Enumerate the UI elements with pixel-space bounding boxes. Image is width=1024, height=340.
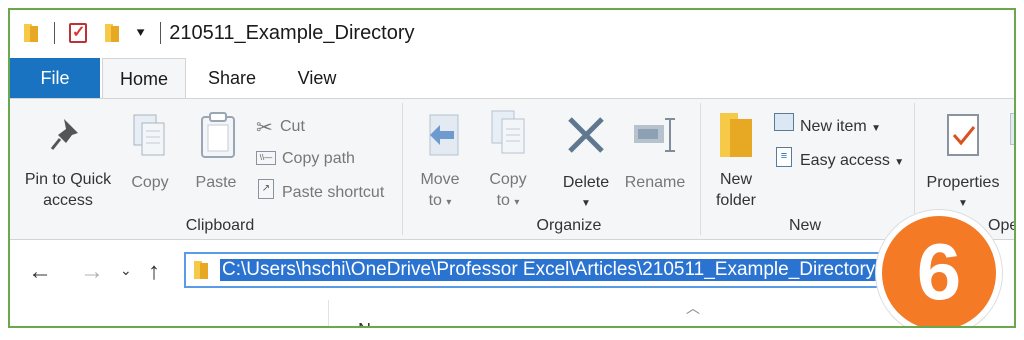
tab-share[interactable]: Share xyxy=(202,58,262,98)
address-path-text[interactable]: C:\Users\hschi\OneDrive\Professor Excel\… xyxy=(220,259,878,281)
open-group-label: Ope xyxy=(988,217,1016,234)
customize-toolbar-dropdown-icon[interactable]: ⯆ xyxy=(135,25,146,42)
pin-label-line1: Pin to Quick xyxy=(24,171,112,188)
new-folder-label-line1: New xyxy=(719,171,752,188)
move-label-line2: to ▾ xyxy=(410,190,470,213)
new-group-label: New xyxy=(788,217,821,234)
clipboard-group-label: Clipboard xyxy=(185,217,255,234)
new-folder-label-line2: folder xyxy=(715,192,757,209)
move-to-button[interactable]: Move to ▾ xyxy=(410,169,470,213)
separator xyxy=(54,22,55,44)
new-folder-button[interactable]: New folder xyxy=(706,169,766,211)
pin-icon xyxy=(50,119,78,150)
copy-button[interactable]: Copy xyxy=(122,172,178,193)
paste-icon xyxy=(201,112,235,158)
paste-shortcut-button[interactable]: Paste shortcut xyxy=(282,182,384,203)
delete-icon xyxy=(568,117,604,153)
copy-to-icon xyxy=(491,110,525,154)
dropdown-arrow-icon: ▾ xyxy=(446,197,452,208)
properties-text: Properties xyxy=(926,174,1000,191)
rename-button[interactable]: Rename xyxy=(618,172,692,193)
name-column-header[interactable]: Name xyxy=(358,320,406,326)
dropdown-arrow-icon: ▾ xyxy=(514,197,520,208)
move-label-line1: Move xyxy=(420,171,460,188)
dropdown-arrow-icon: ▼ xyxy=(871,123,882,134)
ribbon: Pin to Quick access Copy Paste ✂ Cut \\—… xyxy=(10,98,1014,240)
file-list-header: ︿ Name xyxy=(10,298,1014,326)
address-bar-row: ← → ⌄ ↑ C:\Users\hschi\OneDrive\Professo… xyxy=(10,240,1014,300)
copy-to-label-line2: to ▾ xyxy=(478,190,538,213)
up-arrow-icon[interactable]: ↑ xyxy=(148,258,160,286)
forward-arrow-icon[interactable]: → xyxy=(80,258,104,286)
pin-label-line2: access xyxy=(43,192,93,209)
tab-view[interactable]: View xyxy=(290,58,344,98)
paste-button[interactable]: Paste xyxy=(186,172,246,193)
recent-locations-chevron-icon[interactable]: ⌄ xyxy=(120,262,132,279)
window-title: 210511_Example_Directory xyxy=(169,21,415,44)
rename-icon xyxy=(634,118,675,152)
address-input[interactable]: C:\Users\hschi\OneDrive\Professor Excel\… xyxy=(184,252,910,288)
new-item-icon xyxy=(774,113,794,131)
delete-button[interactable]: Delete ▼ xyxy=(556,172,616,214)
ribbon-tabs: File Home Share View xyxy=(10,58,1014,98)
easy-access-icon: ≡ xyxy=(776,147,792,167)
dropdown-arrow-icon: ▼ xyxy=(894,157,905,168)
folder-icon xyxy=(24,24,40,42)
easy-access-button[interactable]: Easy access ▼ xyxy=(800,150,904,173)
open-icon xyxy=(1010,113,1014,145)
column-divider xyxy=(328,300,329,326)
copy-path-button[interactable]: Copy path xyxy=(282,148,355,169)
new-item-text: New item xyxy=(800,118,867,135)
tab-home[interactable]: Home xyxy=(102,58,186,98)
delete-text: Delete xyxy=(562,174,610,191)
dropdown-arrow-icon: ▼ xyxy=(581,198,591,209)
group-separator xyxy=(700,103,701,235)
properties-button[interactable]: Properties ▼ xyxy=(922,172,1004,214)
properties-quick-access-icon[interactable] xyxy=(69,22,87,43)
explorer-window: ⯆ 210511_Example_Directory File Home Sha… xyxy=(8,8,1016,328)
step-number-badge: 6 xyxy=(876,210,1002,326)
copy-icon xyxy=(133,114,165,156)
scissors-icon: ✂ xyxy=(256,117,273,139)
move-to-text: to xyxy=(428,192,442,209)
new-item-button[interactable]: New item ▼ xyxy=(800,116,881,139)
new-folder-quick-access-icon[interactable] xyxy=(105,24,121,42)
new-folder-icon xyxy=(720,113,752,157)
back-arrow-icon[interactable]: ← xyxy=(28,258,52,286)
properties-icon xyxy=(947,114,979,156)
folder-icon xyxy=(194,261,210,279)
copy-path-icon: \\— xyxy=(256,151,276,165)
tab-file[interactable]: File xyxy=(10,58,100,98)
move-to-icon xyxy=(429,114,459,156)
separator xyxy=(160,22,162,44)
organize-group-label: Organize xyxy=(536,217,602,234)
title-bar: ⯆ 210511_Example_Directory xyxy=(10,10,1014,56)
cut-button[interactable]: Cut xyxy=(280,116,305,137)
pin-to-quick-access-button[interactable]: Pin to Quick access xyxy=(16,169,120,211)
paste-shortcut-icon: ↗ xyxy=(258,179,274,199)
sort-ascending-icon[interactable]: ︿ xyxy=(686,298,700,318)
copy-to-text: to xyxy=(496,192,510,209)
copy-to-label-line1: Copy xyxy=(489,171,527,188)
copy-to-button[interactable]: Copy to ▾ xyxy=(478,169,538,213)
easy-access-text: Easy access xyxy=(800,152,890,169)
group-separator xyxy=(402,103,403,235)
